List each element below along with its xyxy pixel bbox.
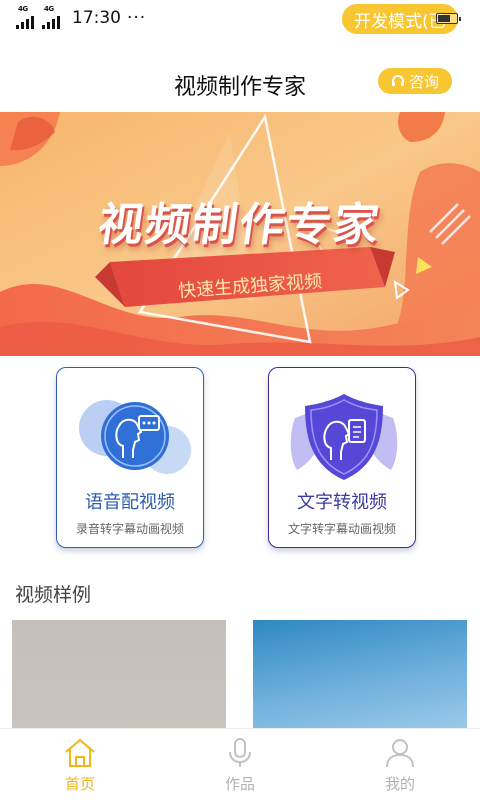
consult-label: 咨询: [408, 72, 439, 91]
network-type-2: 4G: [44, 4, 54, 13]
dev-mode-label: 开发模式(已: [354, 11, 446, 32]
bottom-nav: 首页 作品 我的: [0, 728, 480, 800]
sample-video-thumbnail-1[interactable]: [12, 620, 226, 732]
promo-banner[interactable]: 视频制作专家 快速生成独家视频: [0, 112, 480, 356]
headset-icon: [391, 75, 404, 86]
nav-item-mine[interactable]: 我的: [320, 729, 480, 800]
app-header: 视频制作专家 咨询: [0, 60, 480, 110]
network-type: 4G: [18, 4, 28, 13]
profile-icon: [386, 739, 414, 768]
nav-label-mine: 我的: [384, 775, 415, 793]
signal-icon: 4G: [16, 4, 34, 29]
voice-to-video-card[interactable]: 语音配视频 录音转字幕动画视频: [56, 367, 204, 548]
voice-to-video-title: 语音配视频: [85, 492, 175, 513]
text-to-video-title: 文字转视频: [297, 492, 387, 513]
battery-icon: [436, 13, 461, 24]
samples-section-title: 视频样例: [15, 584, 92, 606]
nav-item-works[interactable]: 作品: [160, 729, 320, 800]
speech-head-icon: [79, 400, 191, 474]
nav-label-works: 作品: [224, 775, 255, 793]
more-notifications-icon: ···: [127, 8, 147, 28]
home-icon: [65, 738, 95, 767]
nav-label-home: 首页: [64, 775, 95, 793]
status-time: 17:30: [72, 8, 121, 28]
page-title: 视频制作专家: [173, 75, 306, 100]
text-to-video-subtitle: 文字转字幕动画视频: [287, 522, 396, 536]
microphone-icon: [229, 738, 251, 767]
nav-item-home[interactable]: 首页: [0, 729, 160, 800]
consult-button[interactable]: 咨询: [378, 68, 452, 94]
signal-icon-2: 4G: [42, 4, 60, 29]
banner-title: 视频制作专家: [94, 198, 385, 251]
voice-to-video-subtitle: 录音转字幕动画视频: [75, 522, 184, 536]
text-to-video-card[interactable]: 文字转视频 文字转字幕动画视频: [268, 367, 416, 548]
document-head-icon: [290, 394, 398, 480]
sample-video-thumbnail-2[interactable]: [253, 620, 467, 732]
